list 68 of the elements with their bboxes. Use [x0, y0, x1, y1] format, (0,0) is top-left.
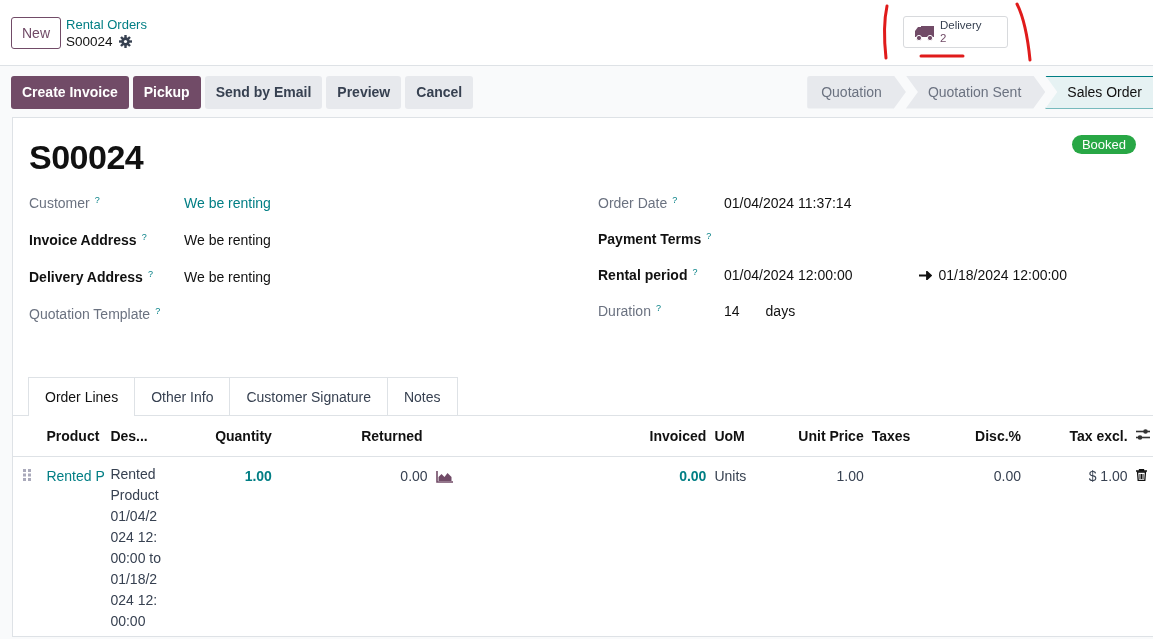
- column-header[interactable]: Disc.%: [975, 428, 1022, 444]
- status-badge: Booked: [1071, 135, 1136, 154]
- record-title: S00024: [29, 138, 144, 177]
- column-header[interactable]: Unit Price: [798, 428, 864, 444]
- field-label: Delivery Address: [29, 269, 143, 285]
- field-label: Order Date: [598, 195, 668, 211]
- discount-cell: 0.00: [993, 468, 1022, 484]
- field-value: We be renting: [184, 269, 271, 285]
- field-unit: days: [765, 303, 796, 319]
- field-label: Quotation Template: [29, 306, 151, 322]
- quantity-cell: 1.00: [244, 468, 272, 484]
- action-button[interactable]: Cancel: [405, 75, 474, 109]
- help-tooltip[interactable]: ?: [706, 231, 712, 241]
- uom-cell: Units: [714, 468, 747, 484]
- column-header[interactable]: Des...: [110, 428, 148, 444]
- field-label: Rental period: [598, 267, 688, 283]
- action-button[interactable]: Pickup: [132, 75, 201, 109]
- smart-button-label: Delivery: [940, 19, 982, 32]
- truck-icon: [914, 23, 935, 41]
- help-tooltip[interactable]: ?: [655, 303, 661, 313]
- drag-handle-icon: [23, 469, 31, 481]
- column-header[interactable]: Returned: [361, 428, 423, 444]
- column-header[interactable]: Invoiced: [649, 428, 707, 444]
- invoiced-cell: 0.00: [679, 468, 707, 484]
- field-value: 01/04/2024 11:37:14: [724, 195, 852, 211]
- help-tooltip[interactable]: ?: [692, 267, 698, 277]
- field-label: Invoice Address: [29, 232, 137, 248]
- area-chart-icon: [435, 471, 453, 484]
- column-header[interactable]: Quantity: [215, 428, 272, 444]
- field-value: We be renting: [184, 232, 271, 248]
- help-tooltip[interactable]: ?: [672, 195, 678, 205]
- action-button[interactable]: Create Invoice: [11, 75, 129, 109]
- field-label: Customer: [29, 195, 90, 211]
- action-button[interactable]: Preview: [326, 75, 402, 109]
- status-step[interactable]: Quotation Sent: [905, 75, 1046, 109]
- subtotal-cell: $ 1.00: [1088, 468, 1128, 484]
- arrow-right-icon: [919, 270, 933, 280]
- record-name: S00024: [66, 32, 113, 50]
- breadcrumb-link[interactable]: Rental Orders: [66, 15, 147, 33]
- returned-cell: 0.00: [400, 468, 428, 484]
- field-value: 14: [724, 303, 740, 319]
- field-value: 01/18/2024 12:00:00: [938, 267, 1067, 283]
- column-header[interactable]: UoM: [714, 428, 745, 444]
- help-tooltip[interactable]: ?: [141, 232, 147, 242]
- smart-button-count: 2: [940, 32, 948, 45]
- column-header[interactable]: Taxes: [871, 428, 911, 444]
- help-tooltip[interactable]: ?: [155, 306, 161, 316]
- column-header[interactable]: Product: [46, 428, 100, 444]
- tab[interactable]: Order Lines: [28, 377, 136, 416]
- product-cell: Rented P: [46, 468, 105, 484]
- adjust-columns-icon: [1135, 428, 1150, 441]
- status-step[interactable]: Quotation: [807, 75, 906, 109]
- help-tooltip[interactable]: ?: [94, 195, 100, 205]
- field-label: Duration: [598, 303, 651, 319]
- field-label: Payment Terms: [598, 231, 702, 247]
- field-link[interactable]: We be renting: [184, 195, 271, 211]
- delivery-smart-button[interactable]: Delivery 2: [903, 16, 1008, 48]
- new-button[interactable]: New: [11, 16, 61, 49]
- description-cell-text: Rented Product 01/04/2024 12:00:00 to 01/18/2024 12:00:00: [110, 465, 162, 631]
- column-header[interactable]: Tax excl.: [1069, 428, 1128, 444]
- action-button[interactable]: Send by Email: [204, 75, 323, 109]
- gear-icon: [118, 34, 132, 48]
- field-value: 01/04/2024 12:00:00: [724, 267, 853, 283]
- help-tooltip[interactable]: ?: [147, 269, 153, 279]
- tab[interactable]: Notes: [386, 377, 458, 415]
- status-step[interactable]: Sales Order: [1045, 75, 1153, 109]
- unit-price-cell: 1.00: [836, 468, 864, 484]
- trash-icon: [1135, 469, 1147, 481]
